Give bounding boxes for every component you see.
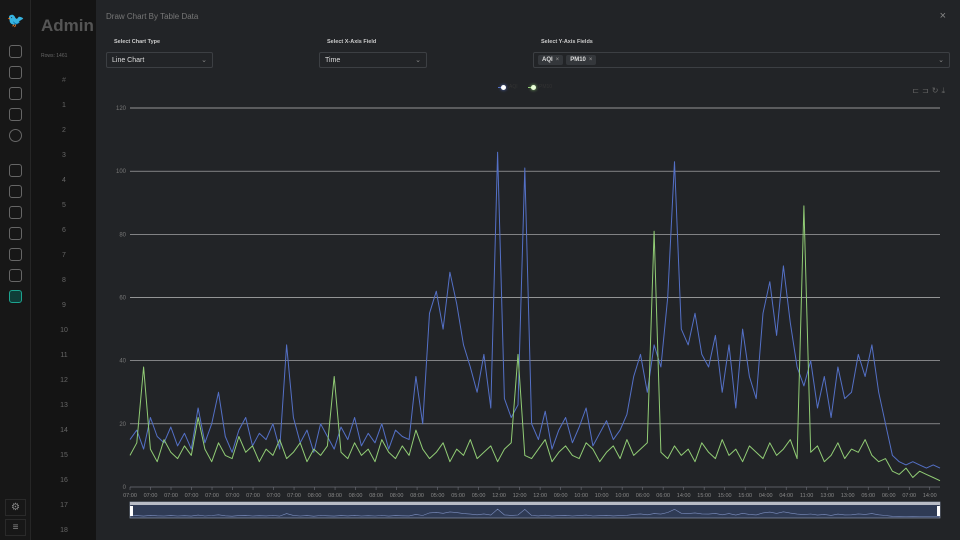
x-tick-label: 07:00 bbox=[144, 493, 158, 499]
x-tick-label: 11:00 bbox=[800, 493, 813, 499]
y-tick-label: 80 bbox=[119, 232, 126, 238]
x-tick-label: 08:00 bbox=[390, 493, 404, 499]
x-tick-label: 12:00 bbox=[533, 493, 547, 499]
x-tick-label: 15:00 bbox=[738, 493, 752, 499]
x-tick-label: 12:00 bbox=[513, 493, 527, 499]
data-zoom-selected-range bbox=[130, 502, 940, 505]
x-tick-label: 07:00 bbox=[287, 493, 301, 499]
x-tick-label: 08:00 bbox=[369, 493, 383, 499]
x-tick-label: 06:00 bbox=[882, 493, 896, 499]
y-tick-label: 20 bbox=[119, 422, 126, 428]
x-tick-label: 07:00 bbox=[205, 493, 219, 499]
x-tick-label: 07:00 bbox=[267, 493, 281, 499]
x-tick-label: 07:00 bbox=[185, 493, 199, 499]
x-tick-label: 08:00 bbox=[308, 493, 322, 499]
x-tick-label: 04:00 bbox=[759, 493, 773, 499]
x-tick-label: 07:00 bbox=[123, 493, 137, 499]
x-tick-label: 14:00 bbox=[677, 493, 691, 499]
x-tick-label: 10:00 bbox=[595, 493, 609, 499]
y-tick-label: 0 bbox=[123, 485, 127, 491]
x-tick-label: 08:00 bbox=[328, 493, 342, 499]
x-tick-label: 04:00 bbox=[779, 493, 793, 499]
x-tick-label: 15:00 bbox=[718, 493, 732, 499]
x-tick-label: 05:00 bbox=[472, 493, 486, 499]
x-tick-label: 13:00 bbox=[820, 493, 834, 499]
y-tick-label: 120 bbox=[116, 106, 127, 112]
x-tick-label: 07:00 bbox=[226, 493, 240, 499]
x-tick-label: 07:00 bbox=[902, 493, 916, 499]
x-tick-label: 10:00 bbox=[615, 493, 629, 499]
line-chart: 0 20 40 60 80 100 120 07:00 07:00 07:00 07:00 07:00… bbox=[116, 106, 941, 519]
series-line-pm10 bbox=[129, 205, 941, 482]
x-tick-label: 13:00 bbox=[841, 493, 855, 499]
x-tick-label: 05:00 bbox=[431, 493, 445, 499]
y-tick-label: 60 bbox=[119, 296, 126, 302]
data-zoom-handle[interactable] bbox=[130, 506, 133, 516]
x-tick-label: 06:00 bbox=[636, 493, 650, 499]
x-tick-label: 07:00 bbox=[164, 493, 178, 499]
x-tick-label: 14:00 bbox=[923, 493, 937, 499]
x-tick-label: 06:00 bbox=[656, 493, 670, 499]
x-tick-label: 15:00 bbox=[697, 493, 711, 499]
x-tick-label: 12:00 bbox=[492, 493, 506, 499]
x-tick-label: 07:00 bbox=[246, 493, 260, 499]
x-tick-label: 08:00 bbox=[349, 493, 363, 499]
data-zoom-handle[interactable] bbox=[937, 506, 940, 516]
x-tick-label: 05:00 bbox=[451, 493, 465, 499]
y-tick-label: 40 bbox=[119, 359, 126, 365]
series-line-aqi bbox=[129, 151, 941, 469]
x-tick-label: 05:00 bbox=[861, 493, 875, 499]
x-tick-label: 08:00 bbox=[410, 493, 424, 499]
y-tick-label: 100 bbox=[116, 169, 127, 175]
x-tick-label: 10:00 bbox=[574, 493, 588, 499]
x-tick-label: 09:00 bbox=[554, 493, 568, 499]
